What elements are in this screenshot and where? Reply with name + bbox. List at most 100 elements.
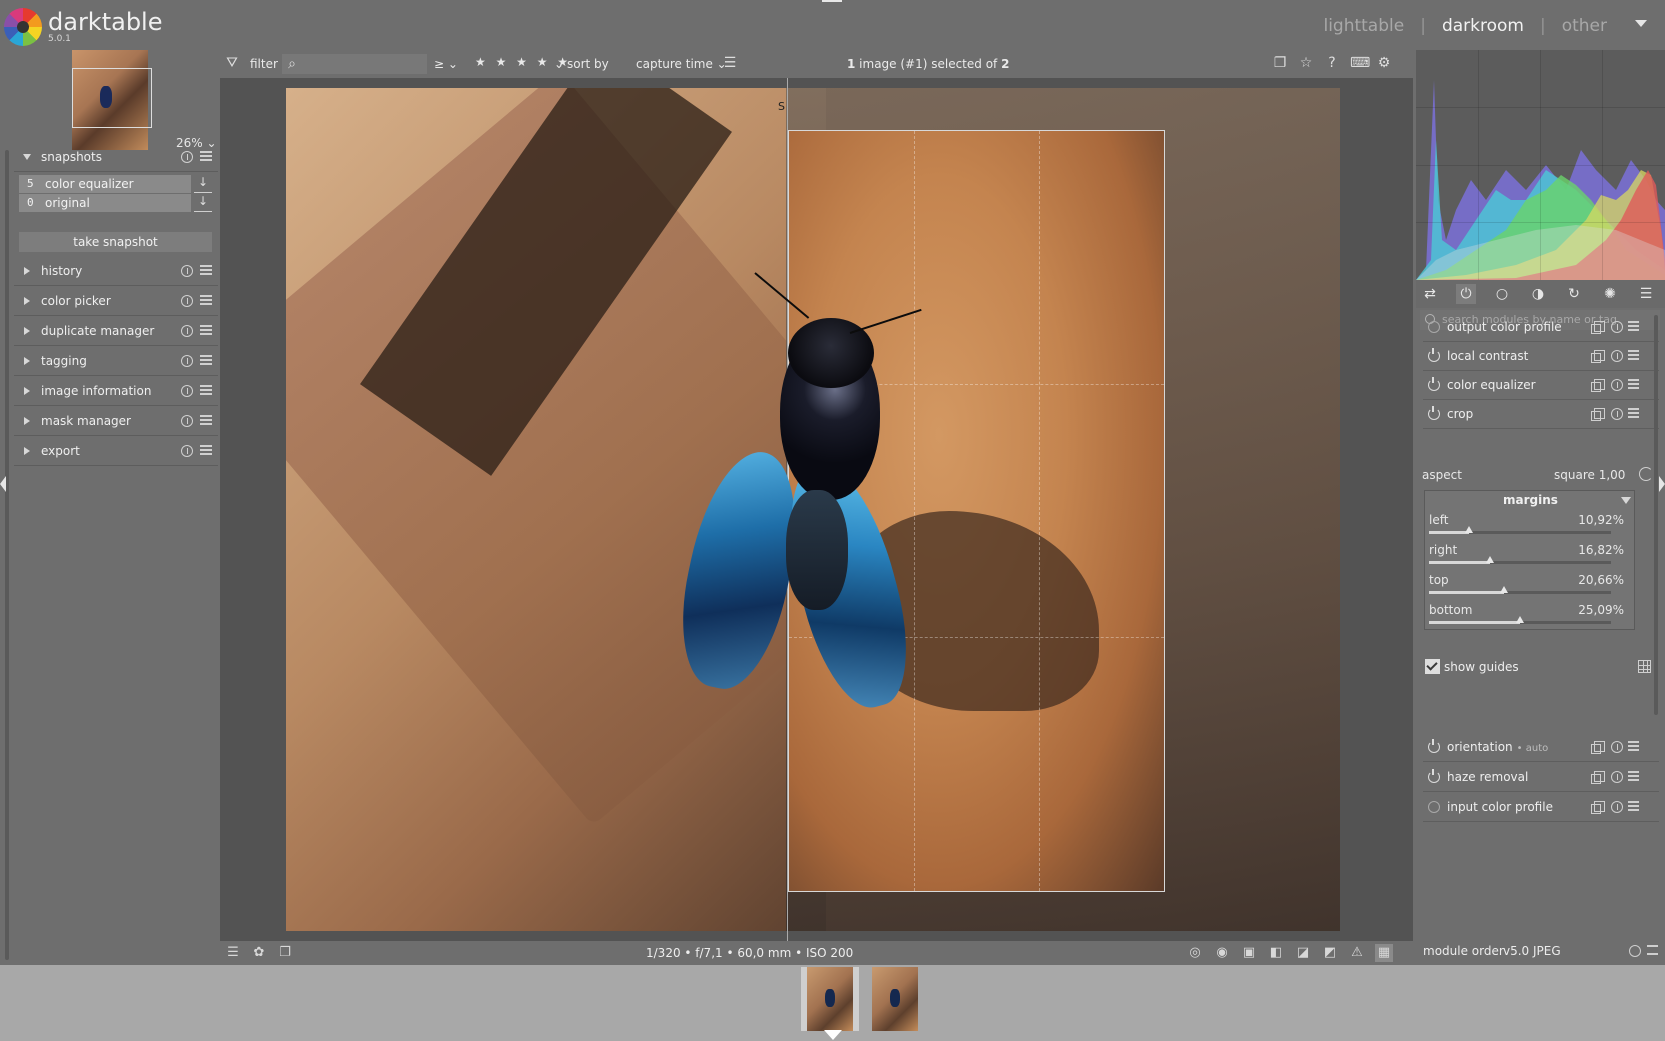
presets-icon[interactable] [200, 385, 212, 395]
bottom-margin-slider[interactable]: bottom 25,09% [1425, 603, 1636, 633]
multi-instance-icon[interactable] [1591, 801, 1605, 814]
module-color-picker[interactable]: color picker [14, 286, 218, 316]
slider-track[interactable] [1429, 616, 1611, 624]
presets-icon[interactable] [1628, 350, 1639, 360]
filter-search-input[interactable]: ⌕ [282, 54, 427, 74]
presets-icon[interactable] [1628, 408, 1639, 418]
slider-knob[interactable] [1516, 616, 1524, 623]
info-icon[interactable] [181, 295, 193, 307]
module-history[interactable]: history [14, 256, 218, 286]
reset-icon[interactable] [1611, 350, 1623, 362]
left-panel-scrollbar[interactable] [5, 150, 9, 960]
module-groups-presets-icon[interactable]: ☰ [1636, 284, 1656, 304]
presets-icon[interactable] [1628, 379, 1639, 389]
views-dropdown-icon[interactable] [1635, 20, 1647, 27]
slider-knob[interactable] [1486, 556, 1494, 563]
sort-select[interactable]: capture time ⌄ [636, 57, 727, 71]
snapshot-item[interactable]: 5 color equalizer [19, 175, 191, 193]
info-icon[interactable] [181, 385, 193, 397]
histogram[interactable] [1416, 50, 1665, 280]
show-guides-row[interactable]: show guides [1422, 657, 1658, 677]
guides-toggle-icon[interactable]: ▦ [1375, 944, 1393, 962]
multi-instance-icon[interactable] [1591, 321, 1605, 334]
filmstrip-thumbnail[interactable] [801, 967, 859, 1031]
navigation-viewport-box[interactable] [72, 68, 152, 128]
snapshot-item[interactable]: 0 original [19, 194, 191, 212]
module-snapshots[interactable]: snapshots [14, 142, 218, 172]
keyboard-icon[interactable]: ⌨ [1350, 55, 1370, 71]
module-local-contrast[interactable]: local contrast [1423, 341, 1659, 371]
slider-knob[interactable] [1500, 586, 1508, 593]
power-icon[interactable] [1428, 801, 1440, 813]
take-snapshot-button[interactable]: take snapshot [19, 232, 212, 252]
top-margin-slider[interactable]: top 20,66% [1425, 573, 1636, 603]
reset-icon[interactable] [1611, 801, 1623, 813]
power-icon[interactable] [1428, 348, 1440, 362]
module-crop[interactable]: crop [1423, 399, 1659, 429]
color-assessment-icon[interactable]: ◉ [1213, 944, 1231, 962]
presets-icon[interactable] [1647, 945, 1658, 955]
effect-modules-tab-icon[interactable]: ✺ [1600, 284, 1620, 304]
reset-icon[interactable] [1611, 771, 1623, 783]
clipping-icon[interactable]: ◧ [1267, 944, 1285, 962]
presets-icon[interactable] [200, 445, 212, 455]
power-icon[interactable] [1428, 377, 1440, 391]
softproof-icon[interactable]: ◪ [1294, 944, 1312, 962]
snapshot-restore-icon[interactable]: ↓ [194, 194, 212, 212]
presets-icon[interactable] [200, 355, 212, 365]
collapse-left-panel-icon[interactable] [0, 476, 6, 492]
module-order-value[interactable]: v5.0 JPEG [1503, 944, 1561, 958]
correct-modules-tab-icon[interactable]: ↻ [1564, 284, 1584, 304]
right-panel-scrollbar[interactable] [1654, 315, 1658, 715]
collapse-right-panel-icon[interactable] [1659, 476, 1665, 492]
info-icon[interactable] [181, 355, 193, 367]
grid-icon[interactable] [1638, 660, 1651, 673]
multi-instance-icon[interactable] [1591, 350, 1605, 363]
collapse-filmstrip-icon[interactable] [824, 1030, 842, 1040]
power-icon[interactable] [1428, 739, 1440, 753]
module-output-color-profile[interactable]: output color profile [1423, 312, 1659, 342]
info-icon[interactable] [181, 325, 193, 337]
info-icon[interactable] [181, 445, 193, 457]
presets-icon[interactable] [200, 325, 212, 335]
gamut-check-icon[interactable]: ◩ [1321, 944, 1339, 962]
aspect-select[interactable]: square 1,00 [1554, 468, 1625, 482]
right-margin-slider[interactable]: right 16,82% [1425, 543, 1636, 573]
sort-order-icon[interactable]: ☰ [722, 55, 738, 71]
info-icon[interactable] [181, 415, 193, 427]
filter-funnel-icon[interactable]: ⛛ [224, 55, 240, 71]
slider-track[interactable] [1429, 586, 1611, 594]
presets-icon[interactable] [200, 151, 212, 161]
grouping-icon[interactable]: ❐ [1272, 55, 1288, 71]
active-modules-tab-icon[interactable]: ⏻ [1456, 284, 1476, 304]
module-orientation[interactable]: orientation • auto [1423, 732, 1659, 762]
slider-track[interactable] [1429, 526, 1611, 534]
view-lighttable[interactable]: lighttable [1323, 16, 1404, 36]
power-icon[interactable] [1428, 769, 1440, 783]
left-margin-slider[interactable]: left 10,92% [1425, 513, 1636, 543]
star-icon[interactable]: ☆ [1298, 55, 1314, 71]
multi-instance-icon[interactable] [1591, 379, 1605, 392]
snapshot-restore-icon[interactable]: ↓ [194, 175, 212, 193]
presets-icon[interactable] [1628, 741, 1639, 751]
warning-icon[interactable]: ⚠ [1348, 944, 1366, 962]
info-icon[interactable] [181, 265, 193, 277]
multi-instance-icon[interactable] [1591, 741, 1605, 754]
focus-peaking-icon[interactable]: ◎ [1186, 944, 1204, 962]
filmstrip-thumbnail[interactable] [866, 967, 924, 1031]
margins-collapse-icon[interactable] [1621, 497, 1631, 504]
module-input-color-profile[interactable]: input color profile [1423, 792, 1659, 822]
slider-track[interactable] [1429, 556, 1611, 564]
presets-icon[interactable] [200, 295, 212, 305]
reset-icon[interactable] [1611, 379, 1623, 391]
reset-icon[interactable] [1611, 321, 1623, 333]
presets-icon[interactable] [200, 415, 212, 425]
rating-comparator[interactable]: ≥ ⌄ [434, 57, 458, 71]
module-image-information[interactable]: image information [14, 376, 218, 406]
help-icon[interactable]: ? [1324, 55, 1340, 71]
module-duplicate-manager[interactable]: duplicate manager [14, 316, 218, 346]
quick-access-tab-icon[interactable]: ⇄ [1420, 284, 1440, 304]
color-modules-tab-icon[interactable]: ◑ [1528, 284, 1548, 304]
raw-overexposed-icon[interactable]: ▣ [1240, 944, 1258, 962]
module-haze-removal[interactable]: haze removal [1423, 762, 1659, 792]
